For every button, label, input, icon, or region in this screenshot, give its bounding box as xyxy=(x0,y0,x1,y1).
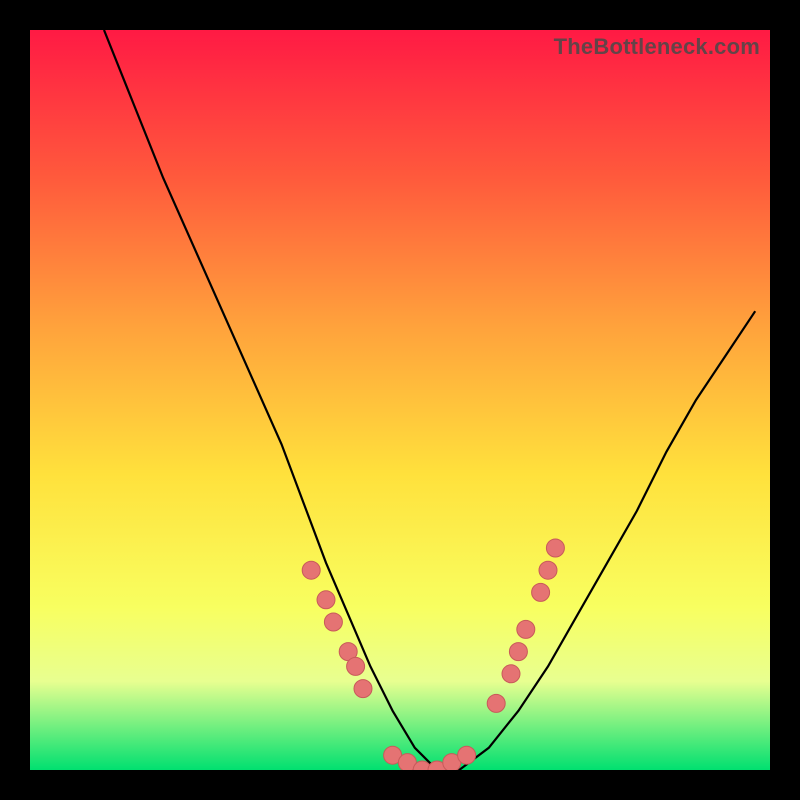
right-dot-1 xyxy=(487,694,505,712)
right-dot-2 xyxy=(502,665,520,683)
left-dot-2 xyxy=(317,591,335,609)
chart-svg xyxy=(30,30,770,770)
bottom-6 xyxy=(458,746,476,764)
left-dot-5 xyxy=(347,657,365,675)
chart-frame: TheBottleneck.com xyxy=(30,30,770,770)
left-dot-6 xyxy=(354,680,372,698)
right-dot-6 xyxy=(539,561,557,579)
right-dot-3 xyxy=(509,643,527,661)
left-dot-1 xyxy=(302,561,320,579)
right-dot-4 xyxy=(517,620,535,638)
right-dot-7 xyxy=(546,539,564,557)
right-dot-5 xyxy=(532,583,550,601)
left-dot-3 xyxy=(324,613,342,631)
marker-group xyxy=(302,539,564,770)
bottleneck-curve-path xyxy=(104,30,755,770)
